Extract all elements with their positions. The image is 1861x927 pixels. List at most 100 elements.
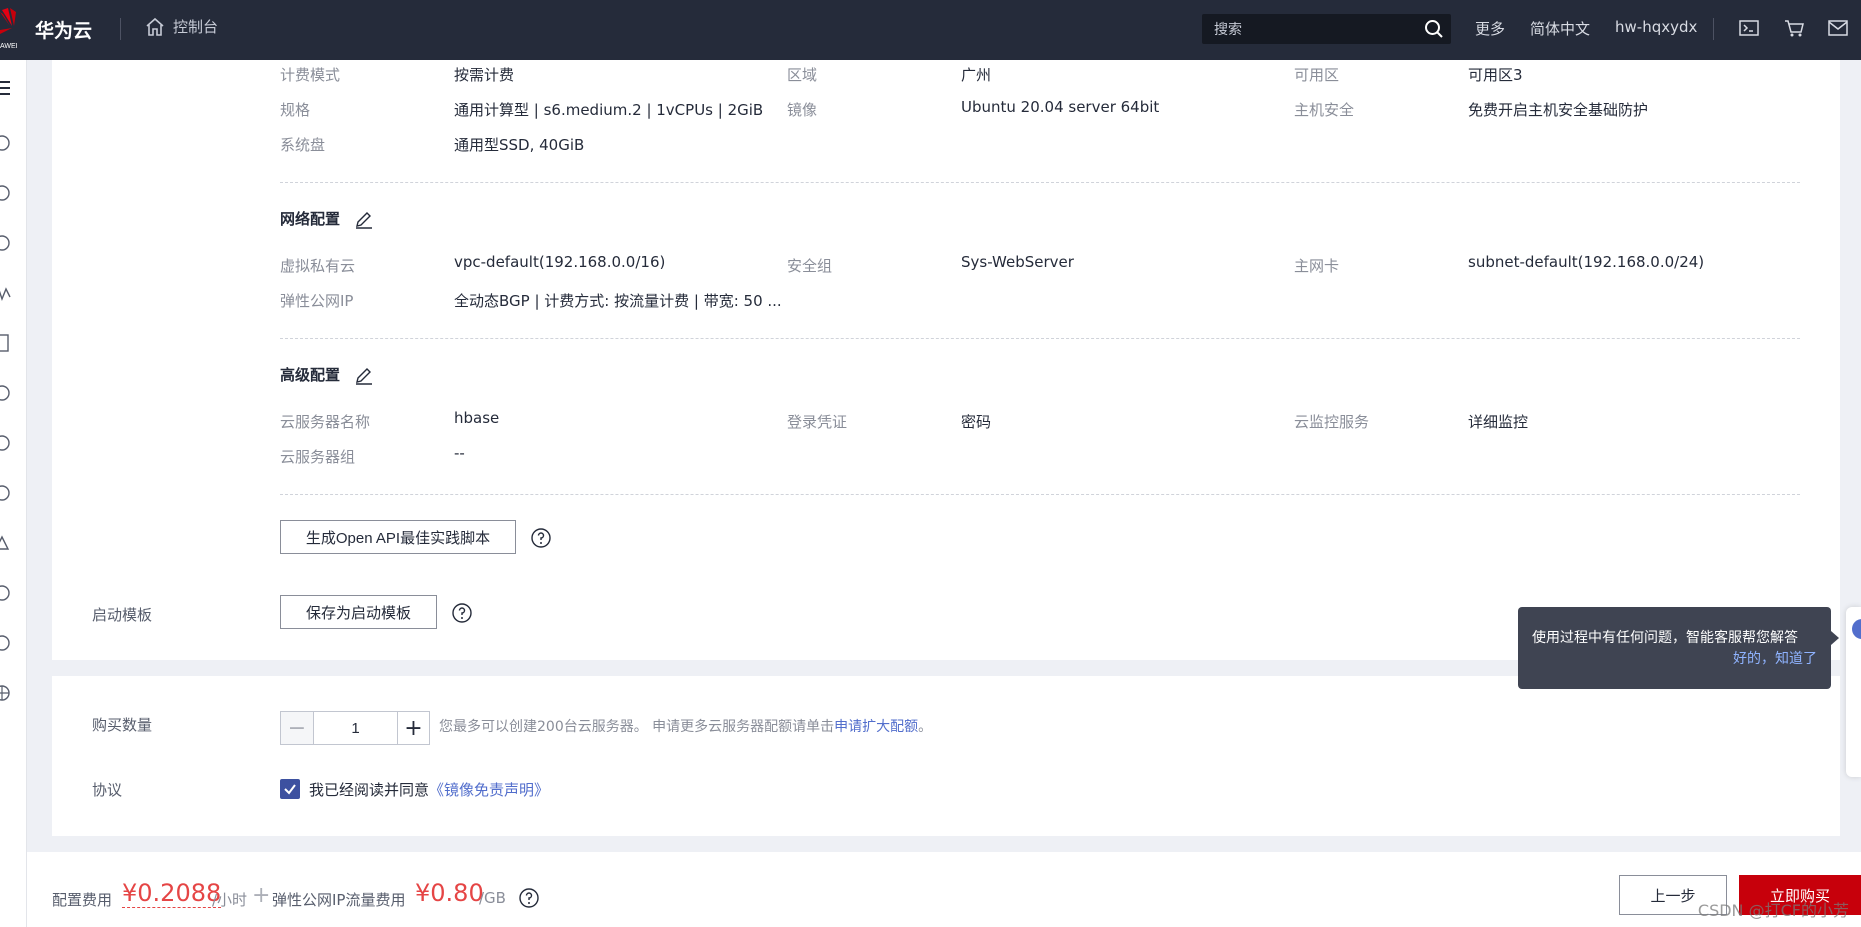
config-fee-value[interactable]: ¥0.2088 xyxy=(122,879,222,908)
console-link[interactable]: 控制台 xyxy=(145,16,218,37)
quota-end: 。 xyxy=(918,719,933,735)
security-group-value: Sys-WebServer xyxy=(961,253,1074,271)
nic-label: 主网卡 xyxy=(1294,257,1340,275)
help-icon[interactable] xyxy=(451,602,473,624)
eip-value: 全动态BGP | 计费方式: 按流量计费 | 带宽: 50 ... xyxy=(454,292,782,310)
floating-service-bar[interactable] xyxy=(1846,607,1861,777)
increment-button[interactable]: + xyxy=(397,712,429,744)
system-disk-value: 通用型SSD, 40GiB xyxy=(454,136,585,154)
region-label: 区域 xyxy=(787,66,818,84)
agreement-text: 我已经阅读并同意《镜像免责声明》 xyxy=(309,779,549,800)
document-icon[interactable] xyxy=(0,333,12,353)
az-value: 可用区3 xyxy=(1468,66,1523,84)
divider xyxy=(280,494,1800,495)
menu-icon[interactable] xyxy=(0,78,12,98)
chat-icon[interactable] xyxy=(1852,619,1861,639)
huawei-logo[interactable]: AWEI xyxy=(0,6,18,50)
smart-service-tooltip: 使用过程中有任何问题，智能客服帮您解答 好的，知道了 xyxy=(1518,607,1839,689)
server-group-label: 云服务器组 xyxy=(280,448,356,466)
security-group-label: 安全组 xyxy=(787,257,833,275)
cloud-server-icon[interactable] xyxy=(0,133,12,153)
svg-text:AWEI: AWEI xyxy=(0,43,18,50)
launch-template-label: 启动模板 xyxy=(92,606,153,624)
cloud-monitor-value: 详细监控 xyxy=(1468,413,1529,431)
terminal-icon[interactable] xyxy=(1738,17,1760,39)
search-icon[interactable] xyxy=(1424,19,1444,39)
cart-icon[interactable] xyxy=(1783,17,1805,39)
price-footer: 配置费用 ¥0.2088 /小时 + 弹性公网IP流量费用 ¥0.80 /GB … xyxy=(27,852,1861,927)
credential-value: 密码 xyxy=(961,413,992,431)
server-name-label: 云服务器名称 xyxy=(280,413,371,431)
help-icon[interactable] xyxy=(530,527,552,549)
eip-label: 弹性公网IP xyxy=(280,292,354,310)
image-disclaimer-link[interactable]: 《镜像免责声明》 xyxy=(429,781,549,799)
flavor-label: 规格 xyxy=(280,101,311,119)
quantity-input[interactable] xyxy=(313,712,397,744)
quantity-label: 购买数量 xyxy=(92,716,153,734)
security-icon[interactable] xyxy=(0,583,12,603)
network-icon[interactable] xyxy=(0,383,12,403)
eip-fee-label: 弹性公网IP流量费用 xyxy=(272,891,406,909)
eip-fee-value: ¥0.80 xyxy=(415,879,484,907)
config-fee-unit: /小时 xyxy=(212,891,248,909)
vpc-value: vpc-default(192.168.0.0/16) xyxy=(454,253,666,271)
cdn-icon[interactable] xyxy=(0,533,12,553)
divider xyxy=(280,182,1800,183)
search-input[interactable] xyxy=(1202,14,1412,44)
check-icon xyxy=(284,784,296,795)
advanced-config-title: 高级配置 xyxy=(280,364,374,385)
more-menu[interactable]: 更多 xyxy=(1475,18,1505,39)
edit-icon[interactable] xyxy=(354,365,374,385)
user-menu[interactable]: hw-hqxydx xyxy=(1615,18,1697,36)
eip-fee-unit: /GB xyxy=(479,889,506,907)
billing-mode-label: 计费模式 xyxy=(280,66,341,84)
top-navigation-bar: AWEI 华为云 控制台 更多 简体中文 hw-hqxydx xyxy=(0,0,1861,60)
agree-text: 我已经阅读并同意 xyxy=(309,781,430,799)
vpc-label: 虚拟私有云 xyxy=(280,257,356,275)
container-icon[interactable] xyxy=(0,633,12,653)
help-icon[interactable] xyxy=(518,887,540,909)
region-value: 广州 xyxy=(961,66,992,84)
search-box[interactable] xyxy=(1202,14,1451,44)
home-icon xyxy=(146,17,164,36)
cloud-monitor-label: 云监控服务 xyxy=(1294,413,1370,431)
storage-icon[interactable] xyxy=(0,433,12,453)
language-menu[interactable]: 简体中文 xyxy=(1530,18,1590,39)
credential-label: 登录凭证 xyxy=(787,413,848,431)
config-fee-label: 配置费用 xyxy=(52,891,113,909)
divider xyxy=(280,338,1800,339)
monitor-icon[interactable] xyxy=(0,283,12,303)
service-sidebar xyxy=(0,60,27,927)
agree-checkbox[interactable] xyxy=(280,779,300,799)
nic-value: subnet-default(192.168.0.0/24) xyxy=(1468,253,1705,271)
mail-icon[interactable] xyxy=(1827,17,1849,39)
network-config-title: 网络配置 xyxy=(280,208,374,229)
tooltip-text: 使用过程中有任何问题，智能客服帮您解答 xyxy=(1532,630,1798,646)
save-launch-template-button[interactable]: 保存为启动模板 xyxy=(280,595,437,629)
agreement-label: 协议 xyxy=(92,781,123,799)
tooltip-dismiss-link[interactable]: 好的，知道了 xyxy=(1733,648,1817,668)
server-name-value: hbase xyxy=(454,409,500,427)
edit-icon[interactable] xyxy=(354,209,374,229)
image-label: 镜像 xyxy=(787,101,818,119)
network-config-label: 网络配置 xyxy=(280,210,341,228)
server-group-value: -- xyxy=(454,444,465,462)
cloud-disk-icon[interactable] xyxy=(0,483,12,503)
increase-quota-link[interactable]: 申请扩大配额 xyxy=(834,719,918,735)
database-icon[interactable] xyxy=(0,233,12,253)
advanced-config-label: 高级配置 xyxy=(280,366,341,384)
generate-openapi-button[interactable]: 生成Open API最佳实践脚本 xyxy=(280,520,516,554)
globe-icon[interactable] xyxy=(0,683,12,703)
cloud-icon[interactable] xyxy=(0,183,12,203)
quantity-stepper[interactable]: − + xyxy=(280,711,430,745)
az-label: 可用区 xyxy=(1294,66,1340,84)
quota-hint: 您最多可以创建200台云服务器。 申请更多云服务器配额请单击申请扩大配额。 xyxy=(439,716,932,736)
brand-name[interactable]: 华为云 xyxy=(35,16,92,43)
divider xyxy=(1713,18,1714,40)
divider xyxy=(120,18,121,40)
system-disk-label: 系统盘 xyxy=(280,136,326,154)
decrement-button[interactable]: − xyxy=(281,712,313,744)
flavor-value: 通用计算型 | s6.medium.2 | 1vCPUs | 2GiB xyxy=(454,101,764,119)
billing-mode-value: 按需计费 xyxy=(454,66,515,84)
image-value: Ubuntu 20.04 server 64bit xyxy=(961,98,1160,116)
